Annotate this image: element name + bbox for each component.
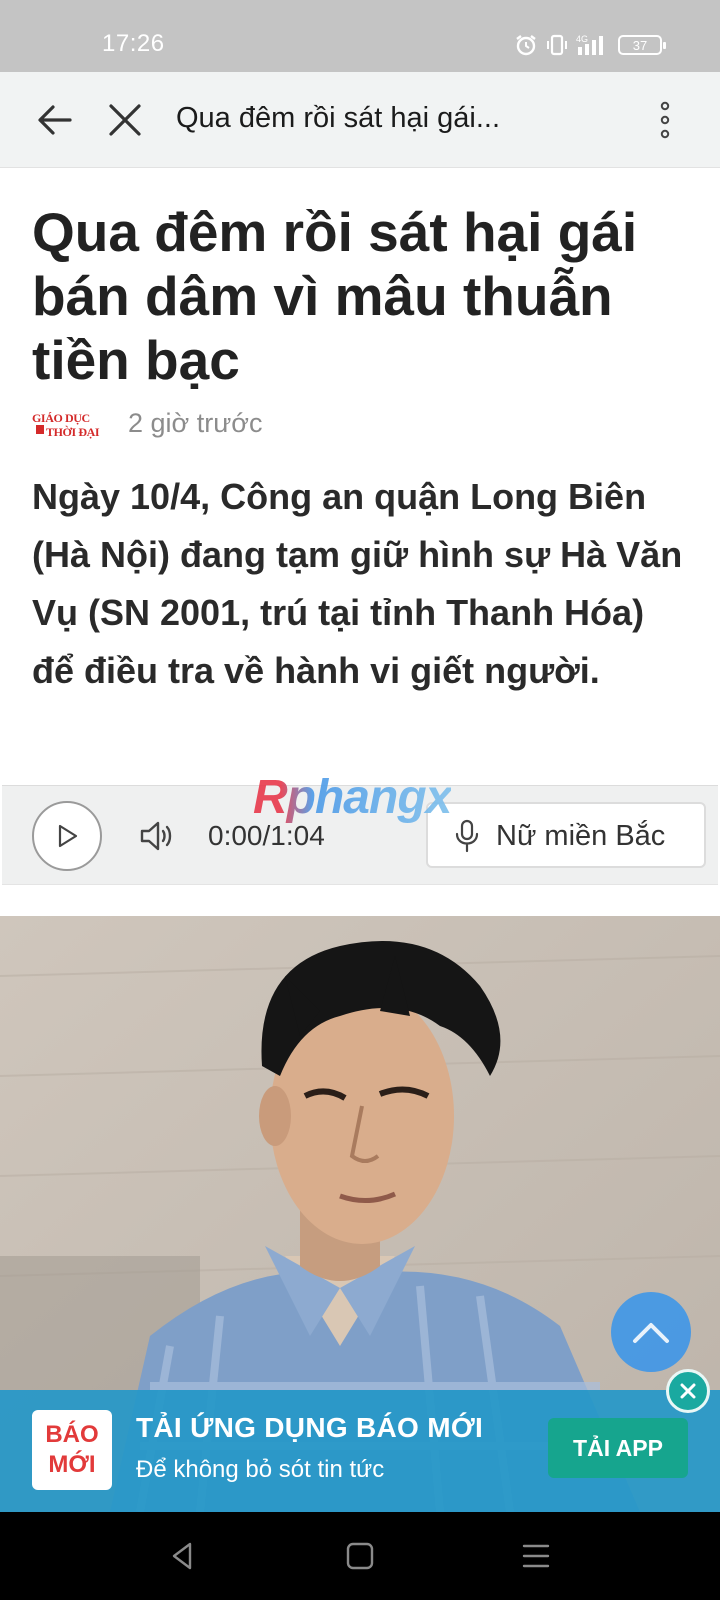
page-title: Qua đêm rồi sát hại gái... <box>176 102 500 134</box>
watermark: Rphangx <box>253 771 452 824</box>
source-logo[interactable]: GIÁO DỤC THỜI ĐẠI <box>32 410 108 440</box>
nav-menu-icon[interactable] <box>516 1536 556 1576</box>
voice-select-button[interactable]: Nữ miền Bắc <box>426 802 706 868</box>
network-type: 4G <box>576 34 588 44</box>
scroll-to-top-button[interactable] <box>611 1292 691 1372</box>
close-banner-button[interactable] <box>666 1369 710 1413</box>
status-icons: 4G 37 <box>514 33 666 57</box>
signal-icon: 4G <box>576 34 603 55</box>
chevron-up-icon <box>633 1323 669 1343</box>
screen: 17:26 4G 37 Qua đêm rồi sát hại gái... Q… <box>0 0 720 1600</box>
svg-text:THỜI ĐẠI: THỜI ĐẠI <box>46 425 100 439</box>
article-title: Qua đêm rồi sát hại gái bán dâm vì mâu t… <box>32 201 638 391</box>
app-download-banner: BÁO MỚI TẢI ỨNG DỤNG BÁO MỚI Để không bỏ… <box>0 1390 720 1512</box>
article-lead: Ngày 10/4, Công an quận Long Biên (Hà Nộ… <box>32 476 683 691</box>
nav-home-icon[interactable] <box>340 1536 380 1576</box>
play-button[interactable] <box>32 801 102 871</box>
svg-text:GIÁO DỤC: GIÁO DỤC <box>32 411 90 425</box>
voice-label: Nữ miền Bắc <box>496 820 666 852</box>
battery-level: 37 <box>632 37 648 53</box>
play-icon <box>58 824 78 848</box>
close-icon[interactable] <box>102 97 148 143</box>
volume-icon[interactable] <box>138 817 176 855</box>
vibrate-icon <box>547 34 567 56</box>
status-bar: 17:26 4G 37 <box>0 0 720 72</box>
alarm-icon <box>516 35 536 56</box>
download-app-button[interactable]: TẢI APP <box>548 1418 688 1478</box>
microphone-icon <box>455 819 479 853</box>
banner-title: TẢI ỨNG DỤNG BÁO MỚI <box>136 1412 484 1443</box>
banner-subtitle: Để không bỏ sót tin tức <box>136 1456 385 1483</box>
logo-line-1: BÁO <box>45 1421 99 1448</box>
back-arrow-icon[interactable] <box>32 97 78 143</box>
published-time: 2 giờ trước <box>128 408 263 438</box>
logo-line-2: MỚI <box>48 1451 96 1478</box>
close-icon <box>680 1383 696 1399</box>
browser-toolbar: Qua đêm rồi sát hại gái... <box>0 72 720 168</box>
nav-back-icon[interactable] <box>164 1536 204 1576</box>
status-time: 17:26 <box>102 30 165 57</box>
battery-icon: 37 <box>618 35 666 55</box>
bao-moi-logo: BÁO MỚI <box>32 1410 112 1490</box>
system-navigation-bar <box>0 1512 720 1600</box>
more-options-icon[interactable] <box>650 98 680 142</box>
